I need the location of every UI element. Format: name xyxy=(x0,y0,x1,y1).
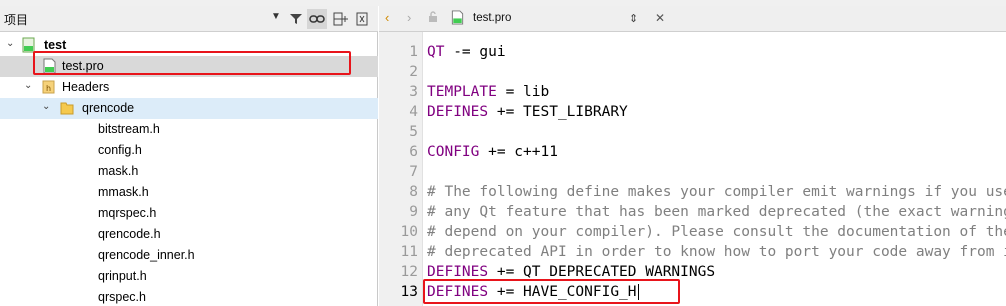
chevron-down-icon[interactable]: ⌄ xyxy=(6,38,18,52)
line-number: 3 xyxy=(409,84,418,100)
project-panel: 项目 ▼ ⌄ test test.pro ⌄ h Headers ⌄ qrenc… xyxy=(0,6,378,306)
headers-label: Headers xyxy=(62,80,110,94)
line-number-current: 13 xyxy=(400,284,418,300)
forward-arrow-icon[interactable]: › xyxy=(407,10,411,25)
header-file-label: mask.h xyxy=(98,164,139,178)
svg-text:h: h xyxy=(46,84,51,93)
view-select-chevron-icon[interactable]: ▼ xyxy=(271,11,281,22)
list-item[interactable]: mask.h xyxy=(0,161,378,182)
list-item[interactable]: qrspec.h xyxy=(0,287,378,306)
lock-icon xyxy=(427,10,439,26)
line-number: 5 xyxy=(409,124,418,140)
line-number: 6 xyxy=(409,144,418,160)
folder-icon xyxy=(60,102,74,115)
code-comment-line: # depend on your compiler). Please consu… xyxy=(427,224,1006,240)
editor-panel: ‹ › test.pro ⇕ ✕ 1 2 3 4 5 6 7 8 9 10 11… xyxy=(379,6,1006,306)
highlight-box-pro-file xyxy=(33,51,351,75)
line-number-gutter: 1 2 3 4 5 6 7 8 9 10 11 12 13 xyxy=(379,32,423,306)
code-line: TEMPLATE = lib xyxy=(427,84,550,100)
split-add-icon[interactable] xyxy=(331,9,351,29)
link-icon[interactable] xyxy=(307,9,327,29)
header-file-label: qrinput.h xyxy=(98,269,147,283)
line-number: 12 xyxy=(400,264,418,280)
project-panel-title: 项目 xyxy=(4,13,29,27)
line-number: 2 xyxy=(409,64,418,80)
header-file-label: qrencode_inner.h xyxy=(98,248,195,262)
line-number: 9 xyxy=(409,204,418,220)
pro-file-tab-icon xyxy=(451,10,464,28)
back-arrow-icon[interactable]: ‹ xyxy=(385,10,389,25)
folder-label: qrencode xyxy=(82,101,135,115)
filter-icon[interactable] xyxy=(286,9,306,29)
line-number: 10 xyxy=(400,224,418,240)
header-file-label: mmask.h xyxy=(98,185,149,199)
close-icon[interactable]: ✕ xyxy=(655,11,665,25)
code-comment-line: # The following define makes your compil… xyxy=(427,184,1006,200)
line-number: 1 xyxy=(409,44,418,60)
line-number: 8 xyxy=(409,184,418,200)
header-file-label: mqrspec.h xyxy=(98,206,157,220)
header-file-label: qrspec.h xyxy=(98,290,146,304)
chevron-down-icon[interactable]: ⌄ xyxy=(42,101,54,115)
code-text-area[interactable]: QT -= gui TEMPLATE = lib DEFINES += TEST… xyxy=(427,32,1006,306)
list-item[interactable]: mqrspec.h xyxy=(0,203,378,224)
close-sidebar-icon[interactable] xyxy=(352,9,372,29)
highlight-box-defines-line xyxy=(423,279,680,304)
list-item[interactable]: qrinput.h xyxy=(0,266,378,287)
header-file-label: qrencode.h xyxy=(98,227,161,241)
file-list-chevron-icon[interactable]: ⇕ xyxy=(629,12,638,25)
list-item[interactable]: qrencode_inner.h xyxy=(0,245,378,266)
code-line: QT -= gui xyxy=(427,44,506,60)
open-file-name[interactable]: test.pro xyxy=(473,12,511,24)
line-number: 4 xyxy=(409,104,418,120)
code-comment-line: # deprecated API in order to know how to… xyxy=(427,244,1006,260)
code-line: DEFINES += TEST_LIBRARY xyxy=(427,104,628,120)
line-number: 11 xyxy=(400,244,418,260)
header-folder-icon: h xyxy=(42,80,55,94)
list-item[interactable]: config.h xyxy=(0,140,378,161)
project-panel-toolbar: 项目 ▼ xyxy=(0,6,378,32)
editor-toolbar: ‹ › test.pro ⇕ ✕ xyxy=(379,6,1006,32)
list-item[interactable]: bitstream.h xyxy=(0,119,378,140)
chevron-down-icon[interactable]: ⌄ xyxy=(24,80,36,94)
tree-item-folder-qrencode[interactable]: ⌄ qrencode xyxy=(0,98,378,119)
project-root-label: test xyxy=(44,38,67,52)
header-file-label: bitstream.h xyxy=(98,122,160,136)
list-item[interactable]: mmask.h xyxy=(0,182,378,203)
tree-item-headers[interactable]: ⌄ h Headers xyxy=(0,77,378,98)
list-item[interactable]: qrencode.h xyxy=(0,224,378,245)
line-number: 7 xyxy=(409,164,418,180)
code-line: CONFIG += c++11 xyxy=(427,144,558,160)
header-file-label: config.h xyxy=(98,143,142,157)
code-comment-line: # any Qt feature that has been marked de… xyxy=(427,204,1006,220)
